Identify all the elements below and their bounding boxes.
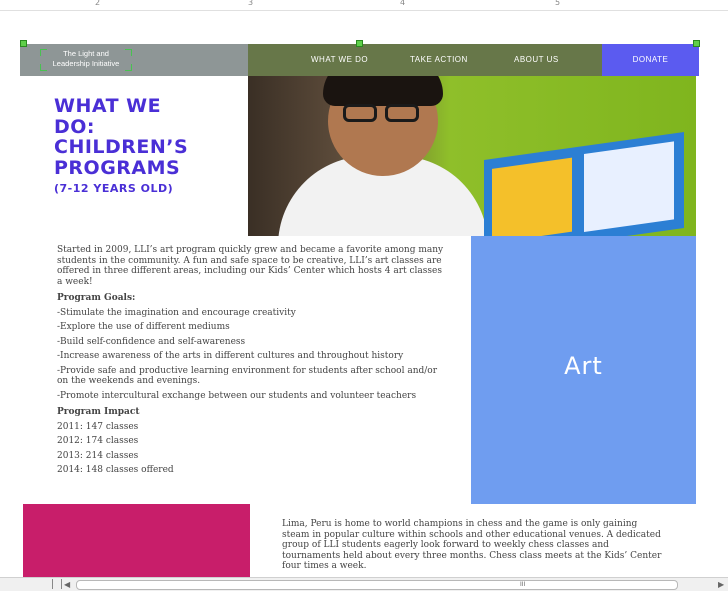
- scroll-left-icon[interactable]: ◀: [64, 580, 70, 589]
- logo-frame-icon: [40, 49, 132, 71]
- donate-label: DONATE: [632, 55, 669, 64]
- goal-item: -Increase awareness of the arts in diffe…: [57, 351, 404, 361]
- art-program-description: Started in 2009, LLI’s art program quick…: [57, 245, 447, 476]
- page-title-line: PROGRAMS: [54, 156, 181, 179]
- goals-title: Program Goals:: [57, 293, 136, 303]
- split-grip-icon[interactable]: [52, 579, 62, 589]
- page-title-line: WHAT WE: [54, 95, 162, 117]
- donate-button[interactable]: DONATE: [602, 44, 699, 76]
- ruler-mark: 2: [95, 0, 101, 7]
- ruler-mark: 5: [555, 0, 561, 7]
- hero-photo: [248, 76, 696, 236]
- photo-glasses: [343, 104, 423, 122]
- nav-about-us[interactable]: ABOUT US: [514, 55, 559, 64]
- ruler-mark: 4: [400, 0, 406, 7]
- horizontal-scrollbar[interactable]: ◀ III ▶: [0, 577, 728, 591]
- selection-handle[interactable]: [693, 40, 700, 47]
- photo-book: [484, 131, 684, 236]
- horizontal-ruler: 2 3 4 5: [0, 0, 728, 11]
- nav-take-action[interactable]: TAKE ACTION: [410, 55, 468, 64]
- selection-handle[interactable]: [356, 40, 363, 47]
- scroll-right-icon[interactable]: ▶: [718, 580, 724, 589]
- art-intro: Started in 2009, LLI’s art program quick…: [57, 245, 444, 287]
- photo-hair: [323, 76, 443, 106]
- chess-panel[interactable]: [23, 504, 250, 580]
- page-title: WHAT WE DO: CHILDREN’S PROGRAMS: [54, 96, 244, 178]
- goal-item: -Build self-confidence and self-awarenes…: [57, 336, 246, 347]
- art-panel-label: Art: [564, 352, 603, 380]
- impact-item: 2013: 214 classes: [57, 450, 139, 461]
- chess-description: Lima, Peru is home to world champions in…: [282, 519, 662, 571]
- logo-area: The Light and Leadership Initiative: [20, 44, 248, 76]
- impact-item: 2012: 174 classes: [57, 436, 139, 446]
- site-header: The Light and Leadership Initiative WHAT…: [20, 44, 699, 76]
- page-title-line: CHILDREN’S: [54, 136, 189, 158]
- scrollbar-grip: III: [520, 581, 526, 588]
- logo[interactable]: The Light and Leadership Initiative: [40, 49, 132, 71]
- nav-what-we-do[interactable]: WHAT WE DO: [311, 55, 368, 64]
- goal-item: -Provide safe and productive learning en…: [57, 365, 437, 387]
- goal-item: -Explore the use of different mediums: [57, 322, 230, 332]
- ruler-mark: 3: [248, 0, 254, 7]
- art-panel[interactable]: Art: [471, 236, 696, 504]
- impact-title: Program Impact: [57, 407, 140, 417]
- page-subtitle: (7-12 YEARS OLD): [54, 182, 174, 195]
- scrollbar-thumb[interactable]: [76, 580, 678, 590]
- impact-item: 2011: 147 classes: [57, 421, 139, 432]
- goal-item: -Promote intercultural exchange between …: [57, 390, 417, 401]
- page-title-line: DO:: [54, 115, 96, 138]
- impact-item: 2014: 148 classes offered: [57, 465, 174, 475]
- selection-handle[interactable]: [20, 40, 27, 47]
- goal-item: -Stimulate the imagination and encourage…: [57, 307, 296, 318]
